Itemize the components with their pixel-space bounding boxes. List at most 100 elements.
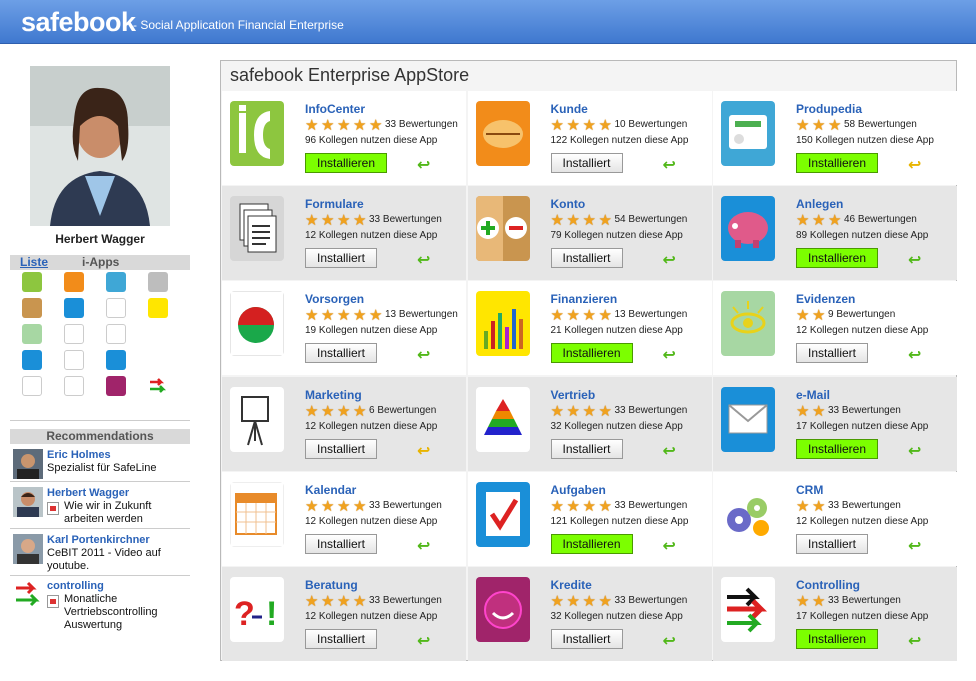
app-name[interactable]: Formulare <box>305 197 364 211</box>
plus-minus-mini-icon[interactable] <box>22 298 42 318</box>
bar-chart-icon[interactable] <box>475 291 530 357</box>
install-button[interactable]: Installieren <box>796 248 878 269</box>
installed-button[interactable]: Installiert <box>305 533 377 554</box>
produpedia-icon[interactable] <box>721 101 775 166</box>
app-name[interactable]: Kunde <box>551 102 588 116</box>
return-arrow-icon[interactable]: ↩ <box>417 158 433 174</box>
handshake-icon[interactable] <box>475 101 530 166</box>
installed-button[interactable]: Installiert <box>796 343 868 364</box>
app-name[interactable]: Beratung <box>305 578 358 592</box>
app-name[interactable]: Produpedia <box>796 102 862 116</box>
question-exclaim-mini-icon[interactable] <box>64 376 84 396</box>
app-name[interactable]: Evidenzen <box>796 292 855 306</box>
recommendation-author[interactable]: Eric Holmes <box>47 449 111 461</box>
app-name[interactable]: e-Mail <box>796 388 830 402</box>
return-arrow-icon[interactable]: ↩ <box>663 443 679 459</box>
infocenter-mini-icon[interactable] <box>22 272 42 292</box>
app-name[interactable]: Aufgaben <box>551 483 606 497</box>
envelope-icon[interactable] <box>721 386 775 452</box>
recommendation-item[interactable]: Herbert Wagger Wie wir in Zukunft arbeit… <box>10 487 190 527</box>
recommendation-text[interactable]: CeBIT 2011 - Video auf youtube. <box>47 547 187 573</box>
profile-photo[interactable] <box>30 66 170 226</box>
documents-icon[interactable] <box>230 196 284 262</box>
easel-icon[interactable] <box>230 386 284 452</box>
app-name[interactable]: Konto <box>551 197 586 211</box>
app-name[interactable]: Controlling <box>796 578 860 592</box>
piggy-bank-icon[interactable] <box>721 196 775 262</box>
install-button[interactable]: Installieren <box>796 438 878 459</box>
pyramid-mini-icon[interactable] <box>106 324 126 344</box>
install-button[interactable]: Installieren <box>305 153 387 173</box>
recommendation-item[interactable]: controlling Monatliche Vertriebscontroll… <box>10 580 190 635</box>
installed-button[interactable]: Installiert <box>305 248 377 269</box>
install-button[interactable]: Installieren <box>550 533 633 554</box>
installed-button[interactable]: Installiert <box>550 438 623 459</box>
installed-button[interactable]: Installiert <box>796 533 868 554</box>
profile-name[interactable]: Herbert Wagger <box>10 232 190 246</box>
pyramid-icon[interactable] <box>475 386 530 452</box>
return-arrow-icon[interactable]: ↩ <box>417 538 433 554</box>
checkmark-icon[interactable] <box>475 481 530 547</box>
return-arrow-icon[interactable]: ↩ <box>908 443 924 459</box>
arrows-mini-icon[interactable] <box>148 376 168 396</box>
recommendation-author[interactable]: controlling <box>47 580 104 592</box>
eye-mini-icon[interactable] <box>22 324 42 344</box>
return-arrow-icon[interactable]: ↩ <box>908 348 924 364</box>
produpedia-mini-icon[interactable] <box>106 272 126 292</box>
installed-button[interactable]: Installiert <box>305 629 377 649</box>
return-arrow-icon[interactable]: ↩ <box>663 634 679 650</box>
app-name[interactable]: Finanzieren <box>551 292 618 306</box>
installed-button[interactable]: Installiert <box>305 343 377 364</box>
return-arrow-icon[interactable]: ↩ <box>663 348 679 364</box>
question-exclaim-icon[interactable]: ?! <box>230 577 284 642</box>
install-button[interactable]: Installieren <box>796 153 878 173</box>
pie-chart-icon[interactable] <box>230 291 284 357</box>
recommendation-text[interactable]: Monatliche Vertriebscontrolling Auswertu… <box>64 593 188 632</box>
envelope-mini-icon[interactable] <box>22 350 42 370</box>
phone-circle-mini-icon[interactable] <box>106 376 126 396</box>
app-name[interactable]: Kredite <box>551 578 592 592</box>
return-arrow-icon[interactable]: ↩ <box>908 158 924 174</box>
app-name[interactable]: Vorsorgen <box>305 292 364 306</box>
app-name[interactable]: Anlegen <box>796 197 843 211</box>
app-name[interactable]: CRM <box>796 483 823 497</box>
recommendation-author[interactable]: Karl Portenkirchner <box>47 534 150 546</box>
app-name[interactable]: Marketing <box>305 388 362 402</box>
return-arrow-icon[interactable]: ↩ <box>417 443 433 459</box>
recommendation-item[interactable]: Eric Holmes Spezialist für SafeLine <box>10 449 190 479</box>
return-arrow-icon[interactable]: ↩ <box>663 253 679 269</box>
installed-button[interactable]: Installiert <box>550 629 623 649</box>
calendar-icon[interactable] <box>230 481 284 547</box>
install-button[interactable]: Installieren <box>550 343 633 364</box>
return-arrow-icon[interactable]: ↩ <box>417 634 433 650</box>
recommendation-author[interactable]: Herbert Wagger <box>47 487 129 499</box>
installed-button[interactable]: Installiert <box>550 153 623 173</box>
recommendation-text[interactable]: Wie wir in Zukunft arbeiten werden <box>64 500 188 526</box>
documents-mini-icon[interactable] <box>148 272 168 292</box>
pie-chart-mini-icon[interactable] <box>106 298 126 318</box>
handshake-mini-icon[interactable] <box>64 272 84 292</box>
bar-chart-mini-icon[interactable] <box>148 298 168 318</box>
installed-button[interactable]: Installiert <box>550 248 623 269</box>
return-arrow-icon[interactable]: ↩ <box>417 253 433 269</box>
tab-liste[interactable]: Liste <box>20 255 48 269</box>
app-name[interactable]: Vertrieb <box>551 388 596 402</box>
recommendation-item[interactable]: Karl Portenkirchner CeBIT 2011 - Video a… <box>10 534 190 574</box>
tab-iapps[interactable]: i-Apps <box>82 255 119 269</box>
brand-logo[interactable]: safebook <box>21 7 136 38</box>
eye-icon[interactable] <box>721 291 775 357</box>
easel-mini-icon[interactable] <box>64 324 84 344</box>
plus-minus-icon[interactable] <box>475 196 530 262</box>
gears-mini-icon[interactable] <box>22 376 42 396</box>
return-arrow-icon[interactable]: ↩ <box>908 253 924 269</box>
install-button[interactable]: Installieren <box>796 629 878 649</box>
return-arrow-icon[interactable]: ↩ <box>663 538 679 554</box>
arrows-icon[interactable] <box>721 577 775 642</box>
return-arrow-icon[interactable]: ↩ <box>908 634 924 650</box>
phone-circle-icon[interactable] <box>475 577 530 642</box>
app-name[interactable]: Kalendar <box>305 483 356 497</box>
return-arrow-icon[interactable]: ↩ <box>663 158 679 174</box>
piggy-bank-mini-icon[interactable] <box>64 298 84 318</box>
app-name[interactable]: InfoCenter <box>305 102 365 116</box>
gears-icon[interactable] <box>721 481 775 547</box>
